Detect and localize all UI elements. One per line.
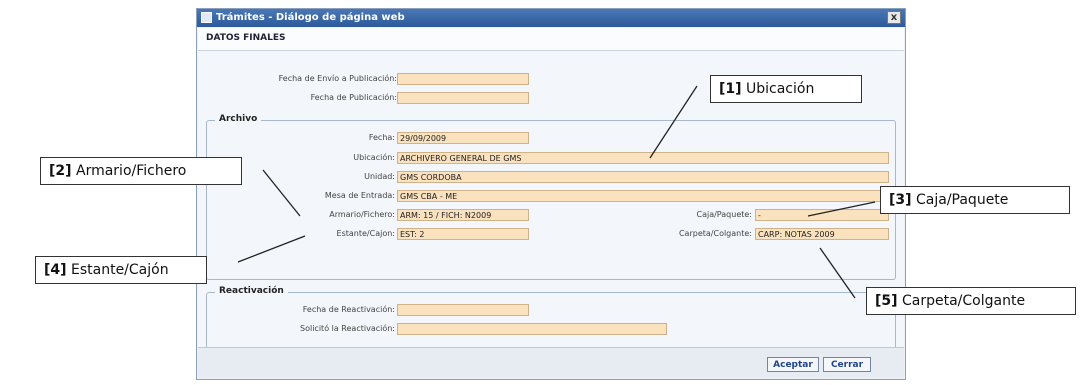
window-title: Trámites - Diálogo de página web [216,12,405,23]
estante-cajon-field[interactable]: EST: 2 [397,228,529,240]
caja-paquete-label: Caja/Paquete: [696,210,753,219]
armario-fichero-label: Armario/Fichero: [329,210,395,219]
archivo-legend: Archivo [215,114,262,124]
unidad-field[interactable]: GMS CORDOBA [397,171,889,183]
fecha-field[interactable]: 29/09/2009 [397,132,529,144]
fecha-reactivacion-field[interactable] [397,304,529,316]
callout-ubicacion-text: Ubicación [746,81,815,97]
dialog-window: Trámites - Diálogo de página web x DATOS… [196,8,906,380]
fecha-publicacion-label: Fecha de Publicación: [310,93,397,102]
callout-ubicacion: [1] Ubicación [710,75,862,103]
aceptar-button[interactable]: Aceptar [767,357,819,372]
carpeta-colgante-field[interactable]: CARP: NOTAS 2009 [755,228,889,240]
callout-carpeta-text: Carpeta/Colgante [902,293,1026,309]
fecha-label: Fecha: [368,133,395,142]
callout-estante: [4] Estante/Cajón [35,256,207,284]
cerrar-button[interactable]: Cerrar [823,357,871,372]
section-header: DATOS FINALES [198,28,904,51]
carpeta-colgante-label: Carpeta/Colgante: [678,229,752,238]
ubicacion-field[interactable]: ARCHIVERO GENERAL DE GMS [397,152,889,164]
fecha-envio-label: Fecha de Envío a Publicación: [278,74,397,83]
page-title: DATOS FINALES [206,33,286,43]
callout-ubicacion-number: [1] [719,81,742,97]
callout-carpeta-number: [5] [875,293,898,309]
callout-armario: [2] Armario/Fichero [40,157,242,185]
caja-paquete-field[interactable]: - [755,209,889,221]
fecha-reactivacion-label: Fecha de Reactivación: [302,305,395,314]
estante-cajon-label: Estante/Cajon: [336,229,395,238]
title-bar[interactable]: Trámites - Diálogo de página web x [197,9,905,27]
mesa-entrada-field[interactable]: GMS CBA - ME [397,190,889,202]
mesa-entrada-label: Mesa de Entrada: [324,191,395,200]
reactivacion-legend: Reactivación [215,286,288,296]
callout-estante-text: Estante/Cajón [71,262,169,278]
fecha-envio-field[interactable] [397,73,529,85]
unidad-label: Unidad: [364,172,395,181]
callout-caja: [3] Caja/Paquete [880,186,1070,214]
close-icon[interactable]: x [887,11,901,24]
ubicacion-label: Ubicación: [353,153,395,162]
callout-estante-number: [4] [44,262,67,278]
callout-carpeta: [5] Carpeta/Colgante [866,287,1076,315]
fecha-publicacion-field[interactable] [397,92,529,104]
dialog-footer: Aceptar Cerrar [198,347,904,378]
callout-armario-text: Armario/Fichero [76,163,187,179]
page-icon [201,12,212,23]
solicito-reactivacion-field[interactable] [397,323,667,335]
callout-caja-number: [3] [889,192,912,208]
solicito-reactivacion-label: Solicitó la Reactivación: [300,324,395,333]
callout-caja-text: Caja/Paquete [916,192,1009,208]
archivo-fieldset: Archivo Fecha: 29/09/2009 Ubicación: ARC… [206,114,896,280]
callout-armario-number: [2] [49,163,72,179]
armario-fichero-field[interactable]: ARM: 15 / FICH: N2009 [397,209,529,221]
